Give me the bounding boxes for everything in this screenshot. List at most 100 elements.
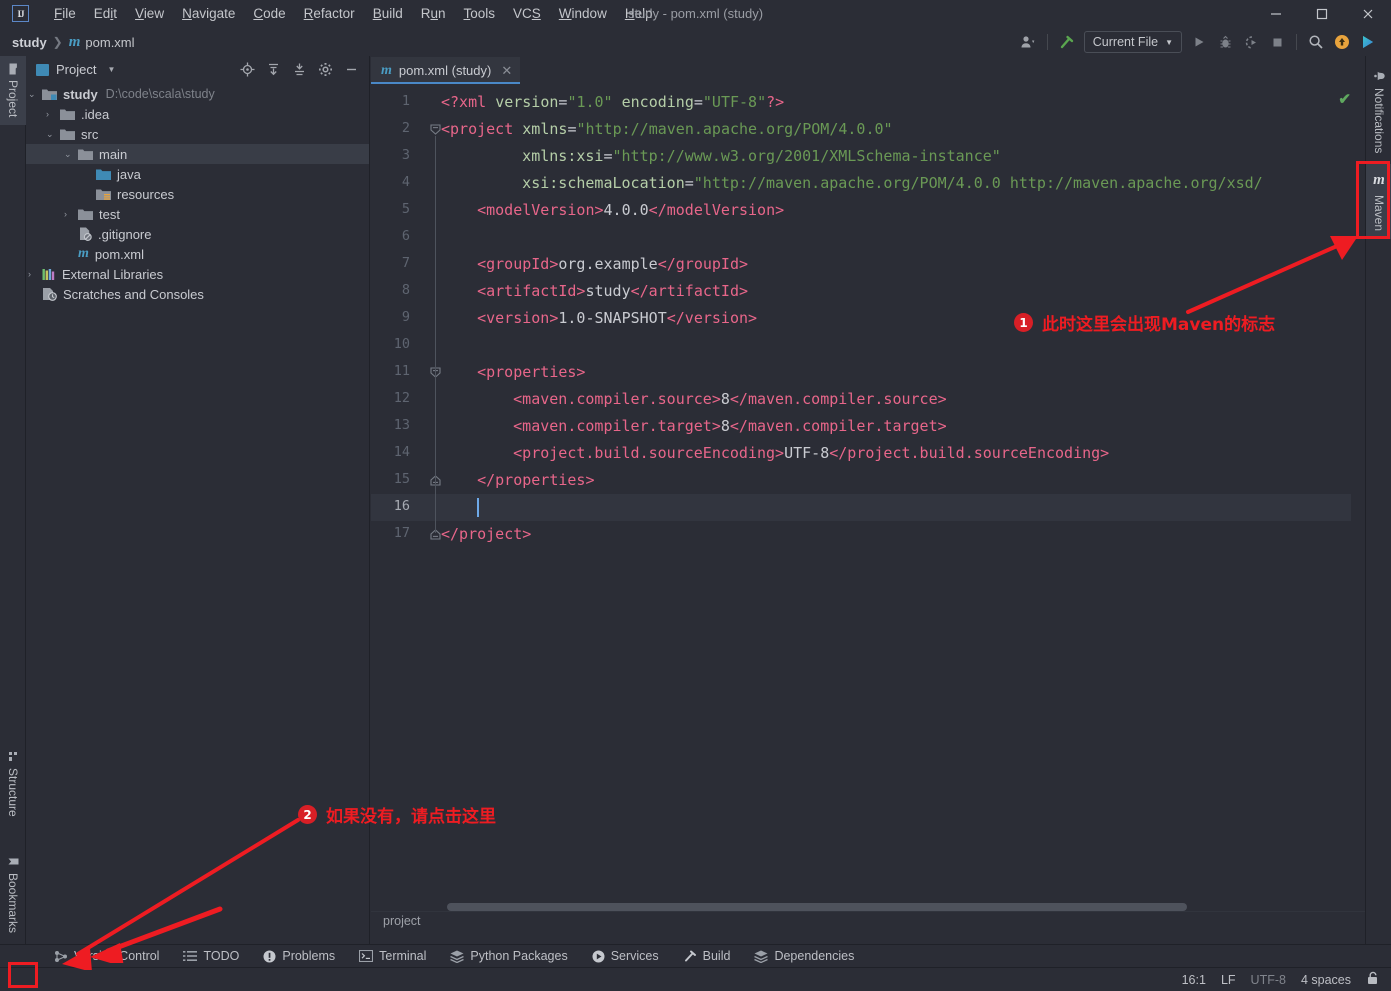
project-panel-title[interactable]: Project ▼ (36, 62, 115, 77)
bottom-tool-python-packages[interactable]: Python Packages (438, 947, 579, 965)
code-line: <artifactId>study</artifactId> (477, 278, 748, 305)
code-token-tag: </groupId> (657, 255, 749, 273)
indent-setting[interactable]: 4 spaces (1301, 973, 1351, 987)
user-avatar-icon[interactable] (1015, 30, 1041, 54)
code-line: <modelVersion>4.0.0</modelVersion> (477, 197, 784, 224)
menu-view[interactable]: View (126, 2, 173, 25)
chevron-right-icon[interactable]: › (64, 209, 78, 219)
stop-icon[interactable] (1264, 30, 1290, 54)
line-number: 5 (401, 201, 410, 217)
code-token-tag: <artifactId> (477, 282, 586, 300)
bottom-tool-label: TODO (203, 949, 240, 963)
gear-icon[interactable] (313, 59, 337, 81)
folder-icon (78, 208, 93, 221)
sidebar-tab-project[interactable]: Project (0, 56, 26, 126)
breadcrumb-file[interactable]: pom.xml (85, 35, 134, 50)
tree-node-gitignore[interactable]: .gitignore (26, 224, 369, 244)
tree-node-study[interactable]: ⌄ study D:\code\scala\study (26, 84, 369, 104)
menu-run[interactable]: Run (412, 2, 455, 25)
run-icon[interactable] (1186, 30, 1212, 54)
sidebar-tab-structure[interactable]: Structure (0, 744, 26, 825)
tree-node-java[interactable]: java (26, 164, 369, 184)
annotation-2-text: 如果没有，请点击这里 (326, 807, 496, 827)
hammer-build-icon[interactable] (1054, 30, 1080, 54)
editor-marker-bar[interactable] (1351, 84, 1365, 929)
bottom-tool-problems[interactable]: Problems (251, 947, 347, 965)
chevron-down-icon[interactable]: ⌄ (46, 129, 60, 140)
tree-node-external-libraries[interactable]: › External Libraries (26, 264, 369, 284)
breadcrumb-project[interactable]: study (12, 35, 47, 50)
update-available-icon[interactable] (1329, 30, 1355, 54)
menu-help[interactable]: Help (616, 2, 662, 25)
menu-refactor[interactable]: Refactor (295, 2, 364, 25)
menu-window[interactable]: Window (550, 2, 616, 25)
sidebar-tab-notifications[interactable]: Notifications (1366, 62, 1391, 161)
caret-position[interactable]: 16:1 (1182, 973, 1206, 987)
menu-tools[interactable]: Tools (455, 2, 505, 25)
code-line: <maven.compiler.target>8</maven.compiler… (513, 413, 947, 440)
menu-code[interactable]: Code (244, 2, 294, 25)
menu-file[interactable]: File (45, 2, 85, 25)
navigation-bar: study ❯ m pom.xml Current File ▼ (0, 28, 1391, 56)
bottom-tool-todo[interactable]: TODO (171, 947, 251, 965)
file-encoding[interactable]: UTF-8 (1251, 973, 1286, 987)
version-control-icon (54, 950, 68, 963)
run-with-coverage-icon[interactable] (1238, 30, 1264, 54)
bottom-tool-label: Build (702, 949, 731, 963)
expand-all-icon[interactable] (261, 59, 285, 81)
menu-edit[interactable]: Edit (85, 2, 126, 25)
locate-target-icon[interactable] (235, 59, 259, 81)
debug-icon[interactable] (1212, 30, 1238, 54)
tree-node-idea[interactable]: › .idea (26, 104, 369, 124)
source-folder-icon (96, 168, 111, 181)
code-token-tag: <?xml (441, 93, 496, 111)
tree-node-resources[interactable]: resources (26, 184, 369, 204)
sidebar-tab-maven[interactable]: m Maven (1366, 164, 1391, 240)
bottom-tool-terminal[interactable]: Terminal (347, 947, 438, 965)
menu-build[interactable]: Build (364, 2, 412, 25)
editor-horizontal-scrollbar[interactable] (439, 903, 1351, 911)
project-folder-icon (7, 63, 19, 75)
search-icon[interactable] (1303, 30, 1329, 54)
menu-navigate[interactable]: Navigate (173, 2, 244, 25)
close-tab-icon[interactable]: ✕ (501, 63, 512, 79)
scrollbar-thumb[interactable] (447, 903, 1187, 911)
chevron-down-icon[interactable]: ▼ (107, 65, 115, 74)
close-window-button[interactable] (1345, 0, 1391, 28)
tree-node-scratches-and-consoles[interactable]: Scratches and Consoles (26, 284, 369, 304)
collapse-all-icon[interactable] (287, 59, 311, 81)
editor-breadcrumb[interactable]: project (371, 911, 1365, 929)
chevron-down-icon[interactable]: ⌄ (64, 149, 78, 160)
tree-node-pom-xml[interactable]: m pom.xml (26, 244, 369, 264)
run-configuration-selector[interactable]: Current File ▼ (1083, 31, 1182, 53)
ai-assistant-icon[interactable] (1355, 30, 1381, 54)
maven-m-icon: m (1373, 172, 1385, 188)
editor-tab-pom-xml[interactable]: m pom.xml (study) ✕ (371, 57, 521, 84)
code-token-attr: version (495, 93, 559, 111)
tree-node-test[interactable]: › test (26, 204, 369, 224)
line-number: 6 (401, 228, 410, 244)
line-separator[interactable]: LF (1221, 973, 1236, 987)
chevron-right-icon[interactable]: › (46, 109, 60, 119)
chevron-down-icon[interactable]: ⌄ (28, 89, 42, 100)
menu-vcs[interactable]: VCS (504, 2, 550, 25)
toolbar-divider (1046, 34, 1048, 50)
code-text-area[interactable]: <?xml version="1.0" encoding="UTF-8"?> <p… (439, 84, 1365, 929)
tree-node-label: pom.xml (94, 246, 145, 262)
tree-node-main[interactable]: ⌄ main (26, 144, 369, 164)
bottom-tool-services[interactable]: Services (580, 947, 671, 965)
bottom-tool-dependencies[interactable]: Dependencies (742, 947, 866, 965)
bottom-tool-version-control[interactable]: Version Control (42, 947, 171, 965)
sidebar-tab-bookmarks[interactable]: Bookmarks (0, 848, 26, 941)
code-line: <properties> (477, 359, 585, 386)
bottom-tool-build[interactable]: Build (671, 947, 743, 965)
minimize-window-button[interactable] (1253, 0, 1299, 28)
read-only-lock-icon[interactable] (1366, 971, 1379, 988)
minimize-panel-icon[interactable] (339, 59, 363, 81)
inspection-status-icon[interactable]: ✔ (1338, 90, 1351, 108)
maximize-window-button[interactable] (1299, 0, 1345, 28)
tree-node-src[interactable]: ⌄ src (26, 124, 369, 144)
chevron-right-icon[interactable]: › (28, 269, 42, 279)
tree-node-label: External Libraries (62, 266, 164, 282)
code-editor[interactable]: 1 2 3 4 5 6 7 8 9 10 11 12 13 14 15 16 17 <?xml version=… (371, 84, 1365, 929)
